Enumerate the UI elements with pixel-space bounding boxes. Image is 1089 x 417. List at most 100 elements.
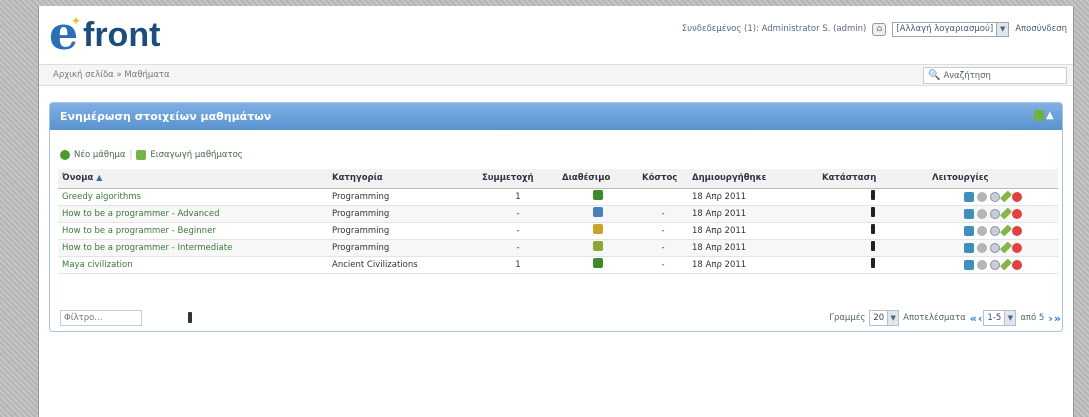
rows-per-page-select[interactable]: 20 ▼: [869, 310, 900, 326]
role-switch-value: [Αλλαγή λογαριασμού]: [896, 24, 994, 34]
delete-icon[interactable]: [1012, 225, 1022, 236]
edit-icon[interactable]: [999, 190, 1013, 203]
course-name-link[interactable]: How to be a programmer - Intermediate: [62, 243, 232, 253]
statistics-icon[interactable]: [964, 242, 974, 253]
search-input[interactable]: 🔍 Αναζήτηση: [923, 67, 1067, 84]
last-page-icon[interactable]: »: [1054, 312, 1061, 325]
table-row: Greedy algorithms Programming 1 18 Απρ 2…: [58, 188, 1058, 206]
logout-link[interactable]: Αποσύνδεση: [1015, 24, 1067, 34]
column-header-status[interactable]: Κατάσταση: [818, 169, 928, 189]
settings-icon[interactable]: [977, 225, 987, 236]
course-status-cell: [818, 205, 928, 223]
course-created: 18 Απρ 2011: [688, 239, 818, 257]
course-name-cell: How to be a programmer - Beginner: [58, 222, 328, 240]
course-available-icon[interactable]: [593, 224, 603, 234]
course-category: Programming: [328, 239, 478, 257]
edit-icon[interactable]: [999, 241, 1013, 254]
course-operations: [928, 256, 1058, 274]
sort-asc-icon: ▲: [96, 173, 103, 183]
home-icon[interactable]: ⌂: [872, 22, 887, 36]
settings-icon[interactable]: [977, 208, 987, 219]
delete-icon[interactable]: [1012, 259, 1022, 270]
course-cost: -: [638, 256, 688, 274]
delete-icon[interactable]: [1012, 191, 1022, 202]
course-available-cell: [558, 205, 638, 223]
add-course-icon[interactable]: [60, 150, 70, 160]
statistics-icon[interactable]: [964, 191, 974, 202]
column-header-participation[interactable]: Συμμετοχή: [478, 169, 558, 189]
settings-icon[interactable]: [977, 191, 987, 202]
course-name-link[interactable]: How to be a programmer - Beginner: [62, 226, 216, 236]
new-course-button[interactable]: Νέο μάθημα: [74, 150, 125, 160]
course-cost: -: [638, 205, 688, 223]
status-toggle-icon[interactable]: [871, 207, 875, 217]
course-status-cell: [818, 188, 928, 206]
search-icon: 🔍: [928, 70, 941, 81]
course-name-link[interactable]: How to be a programmer - Advanced: [62, 209, 219, 219]
statistics-icon[interactable]: [964, 225, 974, 236]
statistics-icon[interactable]: [964, 208, 974, 219]
first-page-icon[interactable]: «: [970, 312, 977, 325]
status-toggle-icon[interactable]: [871, 190, 875, 200]
course-available-icon[interactable]: [593, 258, 603, 268]
total-label: από 5: [1020, 313, 1045, 323]
edit-icon[interactable]: [999, 224, 1013, 237]
rows-label: Γραμμές: [829, 313, 866, 323]
course-category: Programming: [328, 222, 478, 240]
course-available-icon[interactable]: [593, 190, 603, 200]
import-course-button[interactable]: Εισαγωγή μαθήματος: [150, 150, 242, 160]
status-toggle-icon[interactable]: [871, 224, 875, 234]
course-available-icon[interactable]: [593, 241, 603, 251]
edit-icon[interactable]: [999, 258, 1013, 271]
table-header-row: Όνομα ▲ Κατηγορία Συμμετοχή Διαθέσιμο Κό…: [58, 169, 1058, 189]
course-name-cell: Maya civilization: [58, 256, 328, 274]
next-page-icon[interactable]: ›: [1048, 312, 1052, 325]
course-created: 18 Απρ 2011: [688, 222, 818, 240]
connected-user-label[interactable]: Συνδεδεμένος (1): Administrator S. (admi…: [682, 24, 867, 34]
collapse-icon[interactable]: ▲: [1046, 110, 1056, 121]
settings-icon[interactable]: [977, 242, 987, 253]
column-header-name[interactable]: Όνομα ▲: [58, 169, 328, 189]
course-category: Programming: [328, 205, 478, 223]
course-created: 18 Απρ 2011: [688, 205, 818, 223]
status-toggle-icon[interactable]: [871, 258, 875, 268]
role-switch-select[interactable]: [Αλλαγή λογαριασμού] ▼: [892, 21, 1010, 37]
settings-icon[interactable]: [977, 259, 987, 270]
course-name-link[interactable]: Greedy algorithms: [62, 192, 141, 202]
column-header-category[interactable]: Κατηγορία: [328, 169, 478, 189]
course-cost: -: [638, 239, 688, 257]
course-operations: [928, 239, 1058, 257]
info-icon[interactable]: [990, 225, 1000, 236]
info-icon[interactable]: [990, 242, 1000, 253]
column-header-created[interactable]: Δημιουργήθηκε: [688, 169, 818, 189]
course-category: Ancient Civilizations: [328, 256, 478, 274]
filter-input[interactable]: Φίλτρο...: [60, 310, 142, 326]
panel-options-icon[interactable]: [1034, 110, 1044, 121]
user-bar: Συνδεδεμένος (1): Administrator S. (admi…: [682, 21, 1067, 37]
panel-title: Ενημέρωση στοιχείων μαθημάτων: [60, 110, 272, 123]
column-header-available[interactable]: Διαθέσιμο: [558, 169, 638, 189]
info-icon[interactable]: [990, 191, 1000, 202]
status-toggle-icon[interactable]: [871, 241, 875, 251]
filter-status-icon[interactable]: [188, 312, 192, 323]
course-available-icon[interactable]: [593, 207, 603, 217]
info-icon[interactable]: [990, 259, 1000, 270]
statistics-icon[interactable]: [964, 259, 974, 270]
page-range-select[interactable]: 1-5 ▼: [983, 310, 1017, 326]
column-header-operations: Λειτουργίες: [928, 169, 1058, 189]
course-created: 18 Απρ 2011: [688, 188, 818, 206]
course-participation: 1: [478, 188, 558, 206]
rows-per-page-value: 20: [873, 313, 885, 323]
breadcrumb[interactable]: Αρχική σελίδα » Μαθήματα: [53, 70, 170, 80]
column-header-cost[interactable]: Κόστος: [638, 169, 688, 189]
chevron-down-icon: ▼: [1004, 311, 1016, 325]
edit-icon[interactable]: [999, 207, 1013, 220]
previous-page-icon[interactable]: ‹: [978, 312, 982, 325]
delete-icon[interactable]: [1012, 208, 1022, 219]
efront-logo[interactable]: e ✦ front: [49, 10, 209, 58]
delete-icon[interactable]: [1012, 242, 1022, 253]
course-participation: 1: [478, 256, 558, 274]
course-name-link[interactable]: Maya civilization: [62, 260, 133, 270]
import-icon[interactable]: [136, 150, 147, 160]
info-icon[interactable]: [990, 208, 1000, 219]
